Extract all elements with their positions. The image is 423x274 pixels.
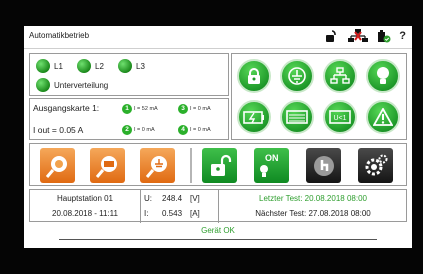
- next-test: Nächster Test: 27.08.2018 08:00: [255, 209, 371, 218]
- hmi-screen: Automatikbetrieb ? L1 L2 L3 Unterverteil…: [24, 26, 412, 248]
- touch-button[interactable]: [306, 148, 341, 183]
- channel-badge: 2: [122, 125, 132, 135]
- ground-search-button[interactable]: [140, 148, 175, 183]
- title-bar: Automatikbetrieb ?: [24, 26, 412, 49]
- channel-value: I = 0 mA: [190, 106, 211, 112]
- help-icon[interactable]: ?: [399, 29, 406, 43]
- phase-label-unterverteilung: Unterverteilung: [54, 81, 109, 90]
- output-card-panel: Ausgangskarte 1: I out = 0.05 A 1 I = 52…: [29, 98, 229, 140]
- ground-icon[interactable]: [280, 59, 314, 93]
- phase-label-l2: L2: [95, 62, 104, 71]
- network-error-icon[interactable]: [347, 29, 369, 43]
- function-grid: U<1: [231, 53, 407, 140]
- lamp-panel-icon[interactable]: [280, 100, 314, 134]
- status-underline: [59, 239, 377, 240]
- lamp-small-icon: [260, 165, 268, 177]
- current-unit: [A]: [190, 209, 200, 218]
- lamp-search-button[interactable]: [40, 148, 75, 183]
- panel-search-icon: [95, 155, 117, 178]
- phase-status-panel: L1 L2 L3 Unterverteilung: [29, 53, 229, 96]
- phase-led-l3: [118, 59, 132, 73]
- svg-text:U<1: U<1: [333, 115, 346, 122]
- undervoltage-icon[interactable]: U<1: [323, 100, 357, 134]
- action-bar: ON: [29, 143, 407, 186]
- unlock-icon: [210, 154, 231, 176]
- phase-led-l2: [77, 59, 91, 73]
- phase-led-l1: [36, 59, 50, 73]
- lock-icon[interactable]: [237, 59, 271, 93]
- on-label: ON: [265, 153, 279, 163]
- device-status: Gerät OK: [201, 226, 235, 235]
- status-divider: [140, 190, 141, 223]
- output-current: I out = 0.05 A: [33, 125, 84, 135]
- unlock-icon[interactable]: [325, 29, 339, 43]
- output-card-title: Ausgangskarte 1:: [33, 103, 100, 113]
- ground-search-icon: [145, 155, 167, 178]
- battery-charge-icon[interactable]: [237, 100, 271, 134]
- voltage-unit: [V]: [190, 194, 200, 203]
- status-row: Hauptstation 01 20.08.2018 - 11:11 U: 24…: [29, 189, 407, 223]
- station-datetime: 20.08.2018 - 11:11: [52, 209, 118, 218]
- toolbar-icons: ?: [325, 29, 406, 43]
- channel-badge: 1: [122, 104, 132, 114]
- last-test: Letzter Test: 20.08.2018 08:00: [259, 194, 367, 203]
- warning-icon[interactable]: [366, 100, 400, 134]
- voltage-label: U:: [144, 194, 152, 203]
- phase-label-l1: L1: [54, 62, 63, 71]
- channel-badge: 4: [178, 125, 188, 135]
- lamp-icon[interactable]: [366, 59, 400, 93]
- unlock-button[interactable]: [202, 148, 237, 183]
- current-value: 0.543: [162, 209, 183, 218]
- gear-icon: [365, 154, 387, 175]
- network-icon[interactable]: [323, 59, 357, 93]
- channel-badge: 3: [178, 104, 188, 114]
- page-title: Automatikbetrieb: [29, 31, 90, 40]
- lamp-search-icon: [45, 155, 67, 178]
- channel-value: I = 52 mA: [134, 106, 158, 112]
- action-separator: [190, 148, 192, 183]
- current-label: I:: [144, 209, 149, 218]
- channel-value: I = 0 mA: [190, 127, 211, 133]
- lamp-on-button[interactable]: ON: [254, 148, 289, 183]
- station-name: Hauptstation 01: [56, 194, 114, 203]
- voltage-value: 248.4: [162, 194, 183, 203]
- touch-icon: [313, 155, 334, 176]
- phase-led-unterverteilung: [36, 78, 50, 92]
- panel-search-button[interactable]: [90, 148, 125, 183]
- channel-value: I = 0 mA: [134, 127, 155, 133]
- phase-label-l3: L3: [136, 62, 145, 71]
- battery-ok-icon[interactable]: [377, 29, 391, 43]
- settings-button[interactable]: [358, 148, 393, 183]
